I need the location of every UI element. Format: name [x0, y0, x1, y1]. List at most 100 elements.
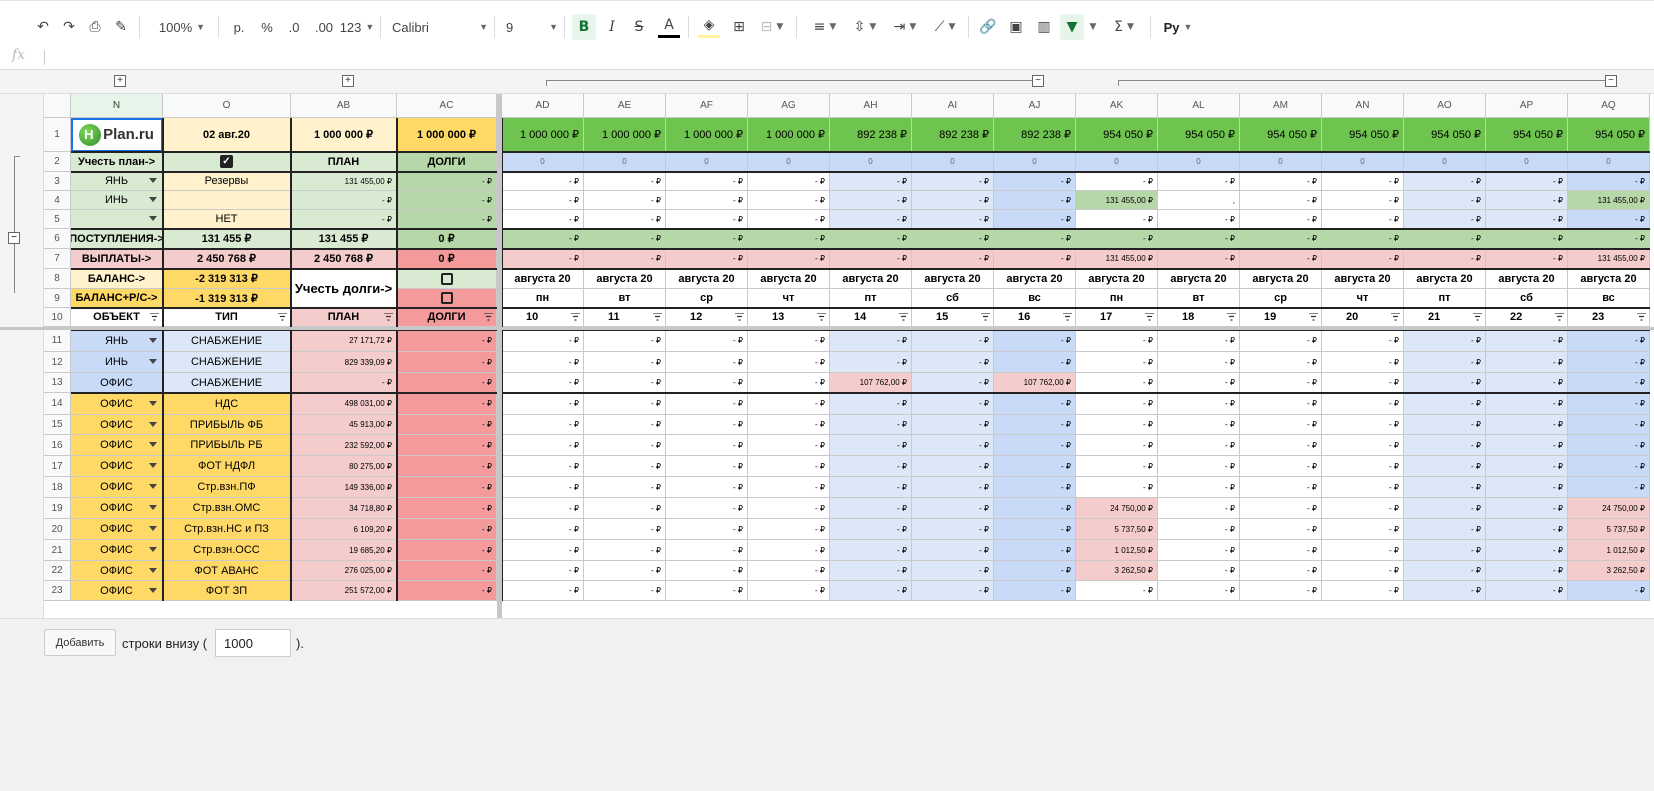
cell-AL3[interactable]: - ₽	[1158, 172, 1240, 191]
cell-AL16[interactable]: - ₽	[1158, 435, 1240, 456]
cell-AI13[interactable]: - ₽	[912, 373, 994, 393]
cell-AN16[interactable]: - ₽	[1322, 435, 1404, 456]
chevron-down-icon[interactable]	[149, 526, 157, 531]
cell-N11[interactable]: ЯНЬ	[71, 330, 163, 352]
cell-AJ1[interactable]: 892 238 ₽	[994, 118, 1076, 152]
cell-AG9[interactable]: чт	[748, 289, 830, 308]
cell-N18[interactable]: ОФИС	[71, 477, 163, 498]
column-header[interactable]: AB	[291, 94, 397, 118]
cell-AN6[interactable]: - ₽	[1322, 229, 1404, 249]
cell-AI11[interactable]: - ₽	[912, 330, 994, 352]
cell-AC12[interactable]: - ₽	[397, 352, 497, 373]
cell-N2[interactable]: Учесть план->	[71, 152, 163, 172]
cell-AI1[interactable]: 892 238 ₽	[912, 118, 994, 152]
cell-AF23[interactable]: - ₽	[666, 581, 748, 601]
cell-O5[interactable]: НЕТ	[163, 210, 291, 229]
filter-icon[interactable]	[981, 313, 990, 321]
cell-AL10[interactable]: 18	[1158, 308, 1240, 327]
cell-AQ7[interactable]: 131 455,00 ₽	[1568, 249, 1650, 269]
cell-AQ1[interactable]: 954 050 ₽	[1568, 118, 1650, 152]
cell-AN23[interactable]: - ₽	[1322, 581, 1404, 601]
cell-AG4[interactable]: - ₽	[748, 191, 830, 210]
cell-AL13[interactable]: - ₽	[1158, 373, 1240, 393]
cell-AG3[interactable]: - ₽	[748, 172, 830, 191]
chevron-down-icon[interactable]	[149, 197, 157, 202]
cell-AN11[interactable]: - ₽	[1322, 330, 1404, 352]
cell-AM9[interactable]: ср	[1240, 289, 1322, 308]
cell-N13[interactable]: ОФИС	[71, 373, 163, 393]
cell-AF19[interactable]: - ₽	[666, 498, 748, 519]
column-header[interactable]: AI	[912, 94, 994, 118]
cell-AD1[interactable]: 1 000 000 ₽	[502, 118, 584, 152]
cell-AO18[interactable]: - ₽	[1404, 477, 1486, 498]
cell-AD19[interactable]: - ₽	[502, 498, 584, 519]
cell-AD9[interactable]: пн	[502, 289, 584, 308]
cell-O23[interactable]: ФОТ ЗП	[163, 581, 291, 601]
cell-AH23[interactable]: - ₽	[830, 581, 912, 601]
cell-AH9[interactable]: пт	[830, 289, 912, 308]
chevron-down-icon[interactable]	[149, 216, 157, 221]
cell-AL21[interactable]: - ₽	[1158, 540, 1240, 561]
cell-AE16[interactable]: - ₽	[584, 435, 666, 456]
print-icon[interactable]: ⎙	[84, 14, 106, 40]
cell-O1[interactable]: 02 авг.20	[163, 118, 291, 152]
cell-AC11[interactable]: - ₽	[397, 330, 497, 352]
cell-AP8[interactable]: августа 20	[1486, 269, 1568, 289]
cell-AD13[interactable]: - ₽	[502, 373, 584, 393]
cell-AL20[interactable]: - ₽	[1158, 519, 1240, 540]
cell-AL7[interactable]: - ₽	[1158, 249, 1240, 269]
cell-AG17[interactable]: - ₽	[748, 456, 830, 477]
cell-AQ8[interactable]: августа 20	[1568, 269, 1650, 289]
cell-AN5[interactable]: - ₽	[1322, 210, 1404, 229]
cell-AN21[interactable]: - ₽	[1322, 540, 1404, 561]
valign-icon[interactable]: ⇳ ▼	[848, 14, 882, 40]
cell-AH12[interactable]: - ₽	[830, 352, 912, 373]
cell-AP15[interactable]: - ₽	[1486, 415, 1568, 435]
cell-N17[interactable]: ОФИС	[71, 456, 163, 477]
cell-AP19[interactable]: - ₽	[1486, 498, 1568, 519]
cell-AF20[interactable]: - ₽	[666, 519, 748, 540]
cell-AE19[interactable]: - ₽	[584, 498, 666, 519]
cell-AI5[interactable]: - ₽	[912, 210, 994, 229]
cell-AI7[interactable]: - ₽	[912, 249, 994, 269]
cell-AF15[interactable]: - ₽	[666, 415, 748, 435]
cell-AG5[interactable]: - ₽	[748, 210, 830, 229]
row-header[interactable]: 6	[44, 229, 71, 249]
cell-AL15[interactable]: - ₽	[1158, 415, 1240, 435]
cell-AC14[interactable]: - ₽	[397, 393, 497, 415]
cell-AM2[interactable]: 0	[1240, 152, 1322, 172]
cell-AH8[interactable]: августа 20	[830, 269, 912, 289]
cell-AC13[interactable]: - ₽	[397, 373, 497, 393]
cell-O19[interactable]: Стр.взн.ОМС	[163, 498, 291, 519]
cell-O12[interactable]: СНАБЖЕНИЕ	[163, 352, 291, 373]
cell-N22[interactable]: ОФИС	[71, 561, 163, 581]
cell-AM23[interactable]: - ₽	[1240, 581, 1322, 601]
cell-AB8[interactable]: Учесть долги->	[291, 269, 397, 308]
cell-AI16[interactable]: - ₽	[912, 435, 994, 456]
cell-AQ21[interactable]: 1 012,50 ₽	[1568, 540, 1650, 561]
column-header[interactable]: AP	[1486, 94, 1568, 118]
cell-AK6[interactable]: - ₽	[1076, 229, 1158, 249]
cell-AL22[interactable]: - ₽	[1158, 561, 1240, 581]
cell-AO2[interactable]: 0	[1404, 152, 1486, 172]
row-header[interactable]: 2	[44, 152, 71, 172]
cell-AJ18[interactable]: - ₽	[994, 477, 1076, 498]
cell-AB1[interactable]: 1 000 000 ₽	[291, 118, 397, 152]
cell-AN12[interactable]: - ₽	[1322, 352, 1404, 373]
cell-AE15[interactable]: - ₽	[584, 415, 666, 435]
cell-AH20[interactable]: - ₽	[830, 519, 912, 540]
cell-AL2[interactable]: 0	[1158, 152, 1240, 172]
cell-N10[interactable]: ОБЪЕКТ	[71, 308, 163, 327]
cell-AL1[interactable]: 954 050 ₽	[1158, 118, 1240, 152]
cell-AG10[interactable]: 13	[748, 308, 830, 327]
cell-AB4[interactable]: - ₽	[291, 191, 397, 210]
column-header[interactable]: AJ	[994, 94, 1076, 118]
cell-AL11[interactable]: - ₽	[1158, 330, 1240, 352]
cell-AC9[interactable]	[397, 289, 497, 308]
cell-AH3[interactable]: - ₽	[830, 172, 912, 191]
add-rows-count-input[interactable]: 1000	[215, 629, 291, 657]
cell-AN20[interactable]: - ₽	[1322, 519, 1404, 540]
cell-AC3[interactable]: - ₽	[397, 172, 497, 191]
cell-AH5[interactable]: - ₽	[830, 210, 912, 229]
cell-AM19[interactable]: - ₽	[1240, 498, 1322, 519]
